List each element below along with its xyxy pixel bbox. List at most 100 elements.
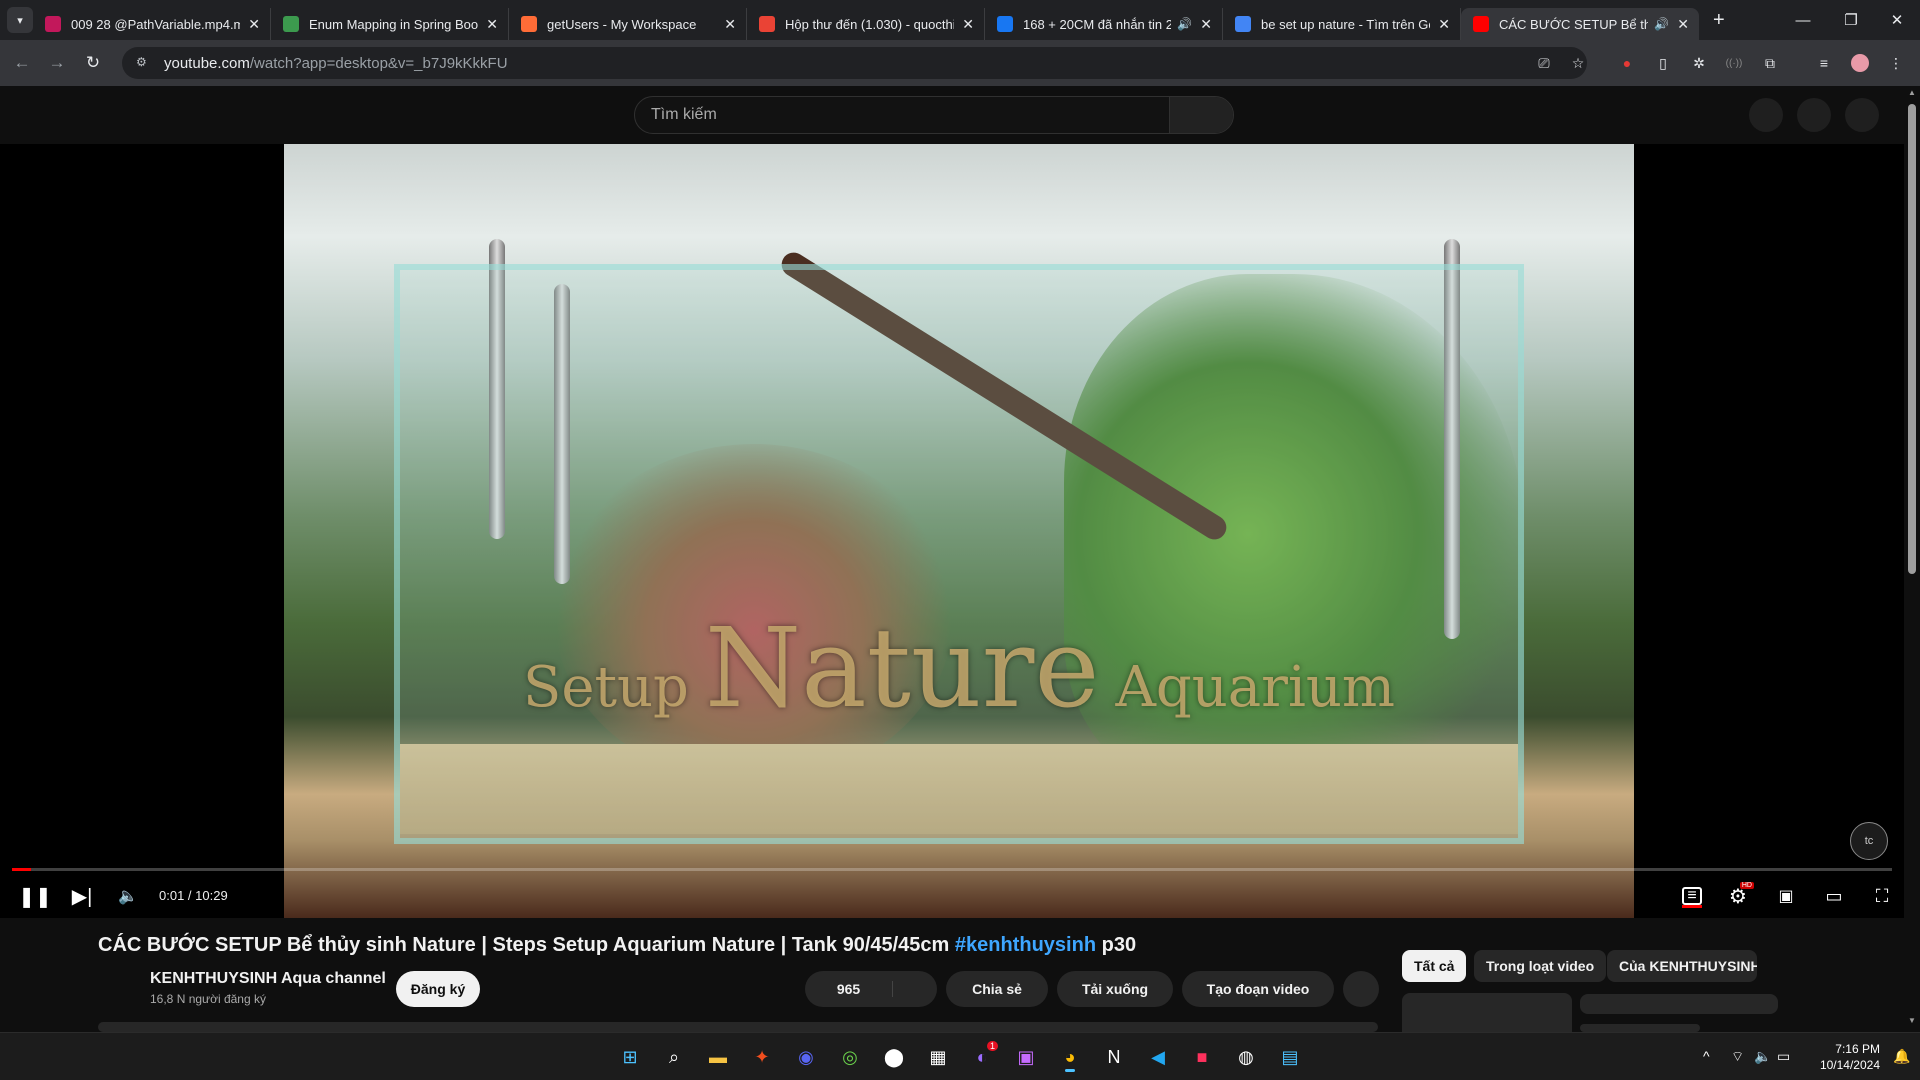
taskbar-app-world[interactable]: ◍ [1230, 1041, 1262, 1073]
browser-tab[interactable]: 168 + 20CM đã nhắn tin 2 🔊 ✕ [985, 8, 1223, 40]
taskbar-intellij[interactable]: ■ [1186, 1041, 1218, 1073]
video-player[interactable]: Setup Nature Aquarium tc ❚❚ ▶| 🔈 0:01 / 10… [0, 144, 1904, 918]
tab-close-icon[interactable]: ✕ [1200, 16, 1212, 33]
taskbar-clock[interactable]: 7:16 PM 10/14/2024 [1808, 1041, 1880, 1073]
pause-button[interactable]: ❚❚ [18, 880, 52, 912]
figma-icon: ✦ [754, 1046, 770, 1067]
channel-name[interactable]: KENHTHUYSINH Aqua channel [150, 970, 386, 988]
close-window-button[interactable]: ✕ [1874, 0, 1920, 40]
chip-from-channel[interactable]: Của KENHTHUYSINH [1607, 950, 1757, 982]
extension-phone-icon[interactable]: ▯ [1653, 53, 1673, 73]
bookmark-star-icon[interactable]: ☆ [1568, 53, 1588, 73]
tab-close-icon[interactable]: ✕ [248, 16, 260, 33]
browser-tab[interactable]: be set up nature - Tìm trên Goo ✕ [1223, 8, 1461, 40]
clip-button[interactable]: Tạo đoạn video [1182, 971, 1334, 1007]
forward-button[interactable]: → [46, 52, 68, 74]
wifi-icon[interactable]: ⌔ [1731, 1048, 1744, 1066]
url-path: /watch?app=desktop&v=_b7J9kKkkFU [249, 54, 508, 72]
tab-audio-icon[interactable]: 🔊 [1177, 17, 1192, 31]
tab-close-icon[interactable]: ✕ [962, 16, 974, 33]
hd-badge: HD [1739, 882, 1754, 889]
taskbar-figma[interactable]: ✦ [746, 1041, 778, 1073]
browser-menu-icon[interactable]: ⋮ [1886, 53, 1906, 73]
chip-in-series[interactable]: Trong loạt video [1474, 950, 1607, 982]
fullscreen-button[interactable]: ⛶ [1866, 880, 1898, 912]
install-app-icon[interactable]: ⎚ [1534, 53, 1554, 73]
taskbar-app-grid[interactable]: ▦ [922, 1041, 954, 1073]
tab-search-button[interactable]: ▾ [7, 7, 33, 33]
new-tab-button[interactable]: + [1713, 9, 1725, 32]
theater-mode-button[interactable]: ▭ [1818, 880, 1850, 912]
hashtag-link[interactable]: #kenhthuysinh [955, 934, 1096, 956]
search-button[interactable] [1169, 97, 1233, 133]
more-actions-button[interactable] [1343, 971, 1379, 1007]
dislike-button[interactable] [893, 971, 937, 1007]
taskbar-app-purple[interactable]: ▣ [1010, 1041, 1042, 1073]
taskbar-search[interactable]: ⌕ [658, 1041, 690, 1073]
close-icon: ✕ [1890, 12, 1904, 29]
download-button[interactable]: Tải xuống [1057, 971, 1173, 1007]
tab-title: Hộp thư đến (1.030) - quocthi.c [785, 16, 955, 32]
theater-icon: ▭ [1825, 885, 1843, 906]
video-frame[interactable]: Setup Nature Aquarium [284, 144, 1634, 918]
scroll-up-icon[interactable]: ▲ [1908, 88, 1916, 97]
back-button[interactable]: ← [11, 52, 33, 74]
tab-title: CÁC BƯỚC SETUP Bể thủy s [1499, 16, 1649, 32]
extension-gear-icon[interactable]: ✲ [1689, 53, 1709, 73]
tab-audio-icon[interactable]: 🔊 [1654, 17, 1669, 31]
minimize-button[interactable]: — [1780, 0, 1826, 40]
tab-close-icon[interactable]: ✕ [1438, 16, 1450, 33]
battery-icon[interactable]: ▭ [1777, 1048, 1790, 1065]
browser-tab[interactable]: CÁC BƯỚC SETUP Bể thủy s 🔊 ✕ [1461, 8, 1699, 40]
taskbar-discord[interactable]: ◉ [790, 1041, 822, 1073]
notifications-button[interactable] [1797, 98, 1831, 132]
mute-button[interactable]: 🔈 [112, 880, 144, 912]
taskbar-app-drop[interactable]: ⬤ [878, 1041, 910, 1073]
progress-bar[interactable] [12, 868, 1892, 871]
taskbar-chrome[interactable]: ◕ [1054, 1041, 1086, 1073]
taskbar-app-green[interactable]: ◎ [834, 1041, 866, 1073]
next-button[interactable]: ▶| [66, 880, 98, 912]
notification-bell-icon[interactable]: 🔔 [1893, 1048, 1910, 1065]
start-button[interactable]: ⊞ [614, 1041, 646, 1073]
subscribe-button[interactable]: Đăng ký [396, 971, 480, 1007]
taskbar-vscode[interactable]: ◀ [1142, 1041, 1174, 1073]
settings-button[interactable]: ⚙ HD [1722, 880, 1754, 912]
page-scrollbar[interactable]: ▲ ▼ [1904, 86, 1920, 1032]
tab-close-icon[interactable]: ✕ [486, 16, 498, 33]
restore-button[interactable]: ❐ [1828, 0, 1874, 40]
chip-all[interactable]: Tất cả [1402, 950, 1467, 982]
speaker-icon[interactable]: 🔈 [1754, 1048, 1771, 1065]
profile-avatar[interactable] [1850, 53, 1870, 73]
extension-cast-icon[interactable]: ((·)) [1724, 53, 1744, 73]
channel-watermark[interactable]: tc [1850, 822, 1888, 860]
tray-chevron-icon[interactable]: ^ [1703, 1048, 1710, 1064]
tab-close-icon[interactable]: ✕ [1677, 16, 1689, 33]
scrollbar-thumb[interactable] [1908, 104, 1916, 574]
extension-red-icon[interactable]: ● [1617, 53, 1637, 73]
screen-app-icon: ▤ [1281, 1046, 1299, 1067]
browser-tab[interactable]: Enum Mapping in Spring Boot | ✕ [271, 8, 509, 40]
taskbar-messenger[interactable]: ◐ 1 [966, 1041, 998, 1073]
share-button[interactable]: Chia sẻ [946, 971, 1048, 1007]
search-input[interactable] [635, 106, 1165, 124]
miniplayer-button[interactable]: ▣ [1770, 880, 1802, 912]
account-avatar[interactable] [1845, 98, 1879, 132]
tab-close-icon[interactable]: ✕ [724, 16, 736, 33]
taskbar-notion[interactable]: N [1098, 1041, 1130, 1073]
browser-tab[interactable]: Hộp thư đến (1.030) - quocthi.c ✕ [747, 8, 985, 40]
scroll-down-icon[interactable]: ▼ [1908, 1016, 1916, 1025]
browser-tab[interactable]: getUsers - My Workspace ✕ [509, 8, 747, 40]
taskbar-app-screen[interactable]: ▤ [1274, 1041, 1306, 1073]
taskbar-explorer[interactable]: ▬ [702, 1041, 734, 1073]
media-control-icon[interactable]: ≡ [1814, 53, 1834, 73]
reload-button[interactable]: ↻ [82, 52, 104, 74]
like-button[interactable]: 965 [805, 981, 893, 997]
subtitles-button[interactable]: ≡ [1676, 880, 1708, 912]
browser-tab[interactable]: 009 28 @PathVariable.mp4.mp ✕ [33, 8, 271, 40]
site-info-icon[interactable]: ⚙ [136, 55, 152, 71]
create-button[interactable] [1749, 98, 1783, 132]
facebook-icon [997, 16, 1013, 32]
address-bar[interactable]: ⚙ youtube.com/watch?app=desktop&v=_b7J9k… [122, 47, 1587, 79]
extensions-puzzle-icon[interactable]: ⧉ [1760, 53, 1780, 73]
